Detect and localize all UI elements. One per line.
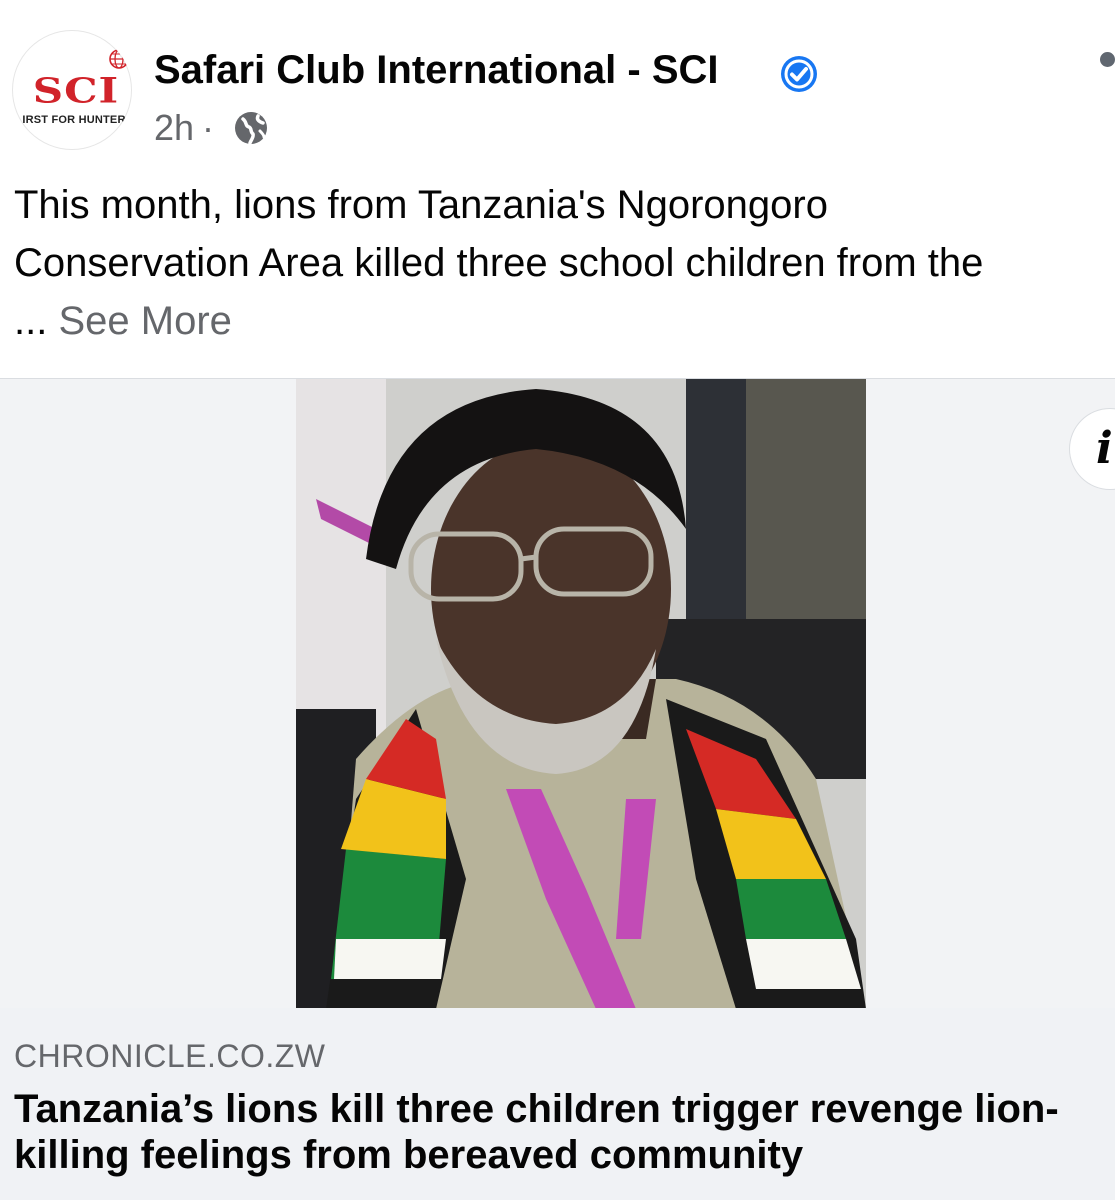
headline-line-2: killing feelings from bereaved community [14,1133,804,1177]
globe-icon [235,112,267,145]
info-icon: i [1096,423,1113,474]
page-name-link[interactable]: Safari Club International - SCI [154,46,719,94]
post-text-line-2: Conservation Area killed three school ch… [14,241,984,285]
article-photo[interactable] [296,379,866,1009]
link-domain: CHRONICLE.CO.ZW [14,1038,326,1074]
headline-line-1: Tanzania’s lions kill three children tri… [14,1087,1059,1131]
verified-badge-icon [781,56,817,92]
logo-subtext: IRST FOR HUNTER [22,114,126,126]
link-meta[interactable]: CHRONICLE.CO.ZW Tanzania’s lions kill th… [0,1008,1115,1200]
link-attachment[interactable]: i CHRONICLE.CO.ZW Tanzania’s lions kill … [0,378,1115,1200]
link-headline[interactable]: Tanzania’s lions kill three children tri… [14,1086,1109,1178]
logo-globe-icon [109,49,129,69]
meta-separator: · [202,107,215,148]
ellipsis: ... [14,299,48,343]
facebook-post: SCI IRST FOR HUNTER Safari Club Internat… [0,0,1115,1200]
info-button[interactable]: i [1070,409,1115,489]
post-header: SCI IRST FOR HUNTER Safari Club Internat… [0,0,1115,160]
post-timestamp[interactable]: 2h [154,107,194,148]
more-options-icon[interactable] [1100,52,1115,67]
page-avatar[interactable]: SCI IRST FOR HUNTER [12,30,132,150]
post-body: This month, lions from Tanzania's Ngoron… [14,176,1114,350]
post-text-line-3: ... See More [14,292,1114,350]
logo-text: SCI [32,70,120,111]
see-more-link[interactable]: See More [58,299,231,343]
post-text-line-1: This month, lions from Tanzania's Ngoron… [14,183,828,227]
post-meta: 2h · [154,106,222,150]
link-image-area[interactable]: i [0,378,1115,1009]
